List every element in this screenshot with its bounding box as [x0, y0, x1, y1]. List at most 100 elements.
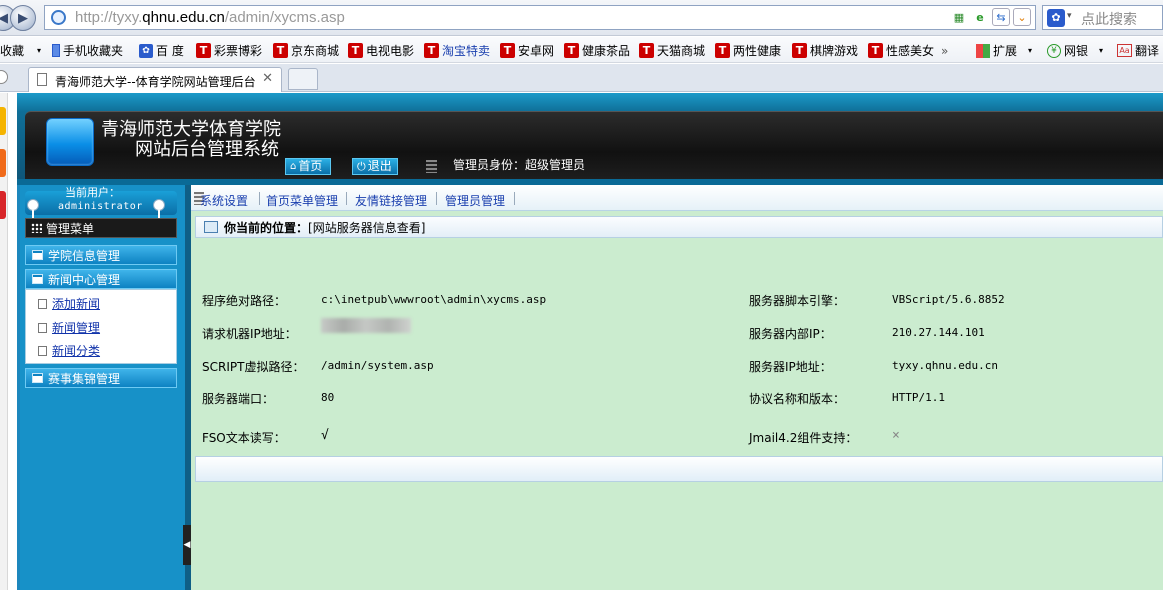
translate-icon: Aa	[1117, 44, 1132, 57]
home-button[interactable]: ⌂ 首页	[285, 158, 331, 175]
fav-item[interactable]: T 天猫商城	[639, 42, 705, 59]
info-label: SCRIPT虚拟路径：	[202, 360, 305, 374]
chevron-down-icon[interactable]: ⌄	[1013, 8, 1031, 26]
fav-translate[interactable]: Aa 翻译	[1117, 42, 1159, 59]
fav-item[interactable]: T 棋牌游戏	[792, 42, 858, 59]
tab-current[interactable]: 青海师范大学--体育学院网站管理后台 ✕	[28, 67, 282, 92]
browser-side-strip	[0, 93, 8, 590]
info-label: Jmail4.2组件支持：	[749, 431, 858, 445]
t-icon: T	[792, 43, 807, 58]
t-icon: T	[564, 43, 579, 58]
home-circle-icon[interactable]	[0, 70, 8, 84]
fav-item[interactable]: T 京东商城	[273, 42, 339, 59]
grid-icon	[31, 223, 42, 233]
close-icon[interactable]: ✕	[262, 71, 273, 86]
admin-icon	[426, 160, 437, 173]
chevron-down-icon[interactable]: ▾	[1067, 11, 1072, 21]
fav-bank[interactable]: ¥ 网银 ▾	[1047, 42, 1103, 59]
house-icon: ⌂	[290, 161, 297, 172]
paw-icon: ✿	[1047, 9, 1065, 27]
admin-page: 青海师范大学体育学院 网站后台管理系统 ⌂ 首页 ⏻ 退出 管理员身份：超级管理员 …	[17, 93, 1163, 590]
collapse-arrow-icon[interactable]: ◀	[183, 525, 191, 565]
nav-friend-links[interactable]: 友情链接管理	[355, 192, 427, 209]
info-label: 服务器IP地址：	[749, 360, 832, 374]
side-tool-icon[interactable]	[0, 149, 6, 177]
search-input[interactable]: ✿ ▾ 点此搜索	[1042, 5, 1163, 30]
power-icon: ⏻	[357, 160, 366, 173]
fav-baidu[interactable]: ✿ 百 度	[139, 42, 184, 59]
info-label: 服务器端口：	[202, 392, 275, 406]
fav-item[interactable]: T 性感美女»	[868, 42, 948, 59]
fav-item[interactable]: T 安卓网	[500, 42, 554, 59]
panel-footer	[195, 456, 1163, 482]
t-icon: T	[273, 43, 288, 58]
t-icon: T	[715, 43, 730, 58]
news-submenu: 添加新闻 新闻管理 新闻分类	[25, 289, 177, 364]
url-text: http://tyxy.qhnu.edu.cn/admin/xycms.asp	[75, 9, 345, 26]
info-label: 服务器脚本引擎：	[749, 294, 846, 308]
menu-header: 管理菜单	[25, 218, 177, 238]
fav-item[interactable]: T 健康茶品	[564, 42, 630, 59]
info-value: VBScript/5.6.8852	[892, 293, 1005, 306]
more-chevron-icon[interactable]: »	[941, 44, 948, 58]
folder-icon	[32, 250, 43, 260]
logout-button[interactable]: ⏻ 退出	[352, 158, 398, 175]
t-icon: T	[348, 43, 363, 58]
info-label: 请求机器IP地址：	[202, 327, 297, 341]
logo	[46, 118, 94, 166]
nav-system-settings[interactable]: 系统设置	[200, 192, 248, 209]
qr-code-icon[interactable]: ▦	[950, 8, 968, 26]
location-label: 你当前的位置：	[224, 220, 309, 235]
menu-cat-events[interactable]: 赛事集锦管理	[25, 368, 177, 388]
globe-icon	[51, 10, 66, 25]
ie-compat-icon[interactable]: e	[971, 8, 989, 26]
fav-item[interactable]: T 淘宝特卖	[424, 42, 490, 59]
current-user-name: administrator	[58, 201, 143, 212]
folder-icon	[32, 274, 43, 284]
info-value: 210.27.144.101	[892, 326, 985, 339]
user-card: 当前用户： administrator	[25, 186, 177, 220]
fav-extensions[interactable]: 扩展 ▾	[976, 42, 1032, 59]
fav-item[interactable]: T 彩票博彩	[196, 42, 262, 59]
nav-admin-manage[interactable]: 管理员管理	[445, 192, 505, 209]
info-label: FSO文本读写：	[202, 431, 286, 445]
menu-cat-college-info[interactable]: 学院信息管理	[25, 245, 177, 265]
fav-mobile[interactable]: 手机收藏夹	[52, 42, 123, 59]
tab-bar: 青海师范大学--体育学院网站管理后台 ✕	[0, 64, 1163, 92]
menu-cat-news-center[interactable]: 新闻中心管理	[25, 269, 177, 289]
fav-item[interactable]: T 两性健康	[715, 42, 781, 59]
top-nav: 系统设置 首页菜单管理 友情链接管理 管理员管理	[191, 185, 1163, 211]
search-placeholder: 点此搜索	[1081, 12, 1137, 28]
t-icon: T	[424, 43, 439, 58]
submenu-manage-news[interactable]: 新闻管理	[38, 319, 100, 336]
nav-home-menu[interactable]: 首页菜单管理	[266, 192, 338, 209]
info-label: 协议名称和版本：	[749, 392, 846, 406]
main-content: 系统设置 首页菜单管理 友情链接管理 管理员管理 你当前的位置： [网站服务器信…	[191, 185, 1163, 590]
fav-item[interactable]: T 电视电影	[348, 42, 414, 59]
submenu-add-news[interactable]: 添加新闻	[38, 295, 100, 312]
pin-icon	[153, 199, 165, 220]
side-tool-icon[interactable]	[0, 107, 6, 135]
paw-icon: ✿	[139, 43, 153, 58]
info-value: HTTP/1.1	[892, 391, 945, 404]
tab-title: 青海师范大学--体育学院网站管理后台	[55, 75, 256, 89]
submenu-news-category[interactable]: 新闻分类	[38, 342, 100, 359]
info-value: c:\inetpub\wwwroot\admin\xycms.asp	[321, 293, 547, 306]
info-value: tyxy.qhnu.edu.cn	[892, 359, 998, 372]
info-label: 程序绝对路径：	[202, 294, 287, 308]
bank-icon: ¥	[1047, 43, 1061, 58]
location-value: [网站服务器信息查看]	[308, 220, 426, 235]
refresh-icon[interactable]: ⇆	[992, 8, 1010, 26]
chevron-down-icon: ▾	[1099, 46, 1104, 55]
folder-icon	[32, 373, 43, 383]
forward-button[interactable]: ▶	[10, 5, 36, 31]
document-icon	[37, 73, 47, 86]
info-value: ×	[892, 428, 900, 443]
url-input[interactable]: http://tyxy.qhnu.edu.cn/admin/xycms.asp …	[44, 5, 1036, 30]
new-tab-button[interactable]	[288, 68, 318, 90]
browser-address-bar: ◀ ▶ http://tyxy.qhnu.edu.cn/admin/xycms.…	[0, 0, 1163, 36]
fav-collect[interactable]: 收藏 ▾	[0, 42, 41, 59]
side-tool-icon[interactable]	[0, 191, 6, 219]
t-icon: T	[868, 43, 883, 58]
pin-icon	[27, 199, 39, 220]
